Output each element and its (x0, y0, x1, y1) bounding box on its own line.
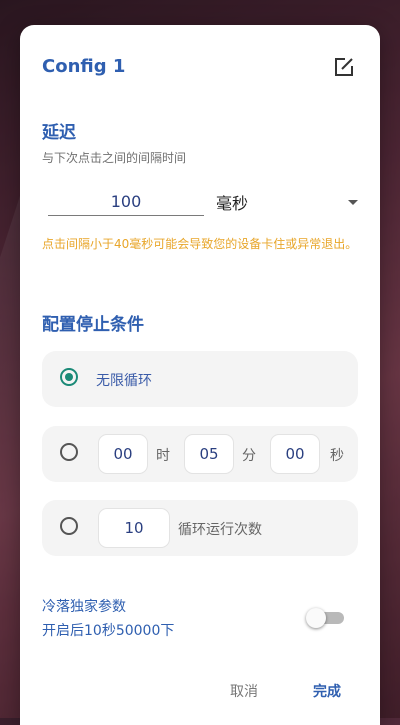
dialog-title: Config 1 (42, 56, 126, 77)
edit-icon (335, 58, 353, 76)
infinite-loop-label: 无限循环 (96, 373, 152, 389)
loop-count-label: 循环运行次数 (178, 522, 262, 538)
cancel-button[interactable]: 取消 (230, 681, 258, 701)
seconds-input[interactable] (270, 434, 320, 474)
toggle-thumb (306, 608, 326, 628)
dropdown-arrow-icon (348, 200, 358, 205)
done-button[interactable]: 完成 (313, 681, 341, 701)
radio-infinite[interactable] (60, 368, 78, 386)
delay-description: 与下次点击之间的间隔时间 (42, 151, 187, 165)
delay-unit-dropdown[interactable]: 毫秒 (216, 187, 360, 217)
option-timer[interactable]: 时 分 秒 (42, 426, 358, 482)
loop-count-input[interactable] (98, 508, 170, 548)
radio-timer[interactable] (60, 443, 78, 461)
minutes-unit: 分 (242, 448, 256, 464)
option-infinite-loop[interactable]: 无限循环 (42, 351, 358, 407)
radio-count[interactable] (60, 517, 78, 535)
cold-param-toggle[interactable] (306, 608, 346, 628)
hours-unit: 时 (156, 448, 170, 464)
delay-input[interactable] (48, 187, 204, 216)
config-dialog: Config 1 延迟 与下次点击之间的间隔时间 毫秒 点击间隔小于40毫秒可能… (20, 25, 380, 725)
option-loop-count[interactable]: 循环运行次数 (42, 500, 358, 556)
delay-unit-label: 毫秒 (216, 194, 249, 213)
delay-warning: 点击间隔小于40毫秒可能会导致您的设备卡住或异常退出。 (42, 237, 358, 251)
cold-param-title: 冷落独家参数 (42, 599, 126, 615)
seconds-unit: 秒 (330, 448, 344, 464)
edit-button[interactable] (328, 51, 360, 83)
delay-title: 延迟 (42, 123, 76, 143)
cold-param-description: 开启后10秒50000下 (42, 623, 175, 639)
minutes-input[interactable] (184, 434, 234, 474)
hours-input[interactable] (98, 434, 148, 474)
stop-condition-title: 配置停止条件 (42, 315, 144, 335)
